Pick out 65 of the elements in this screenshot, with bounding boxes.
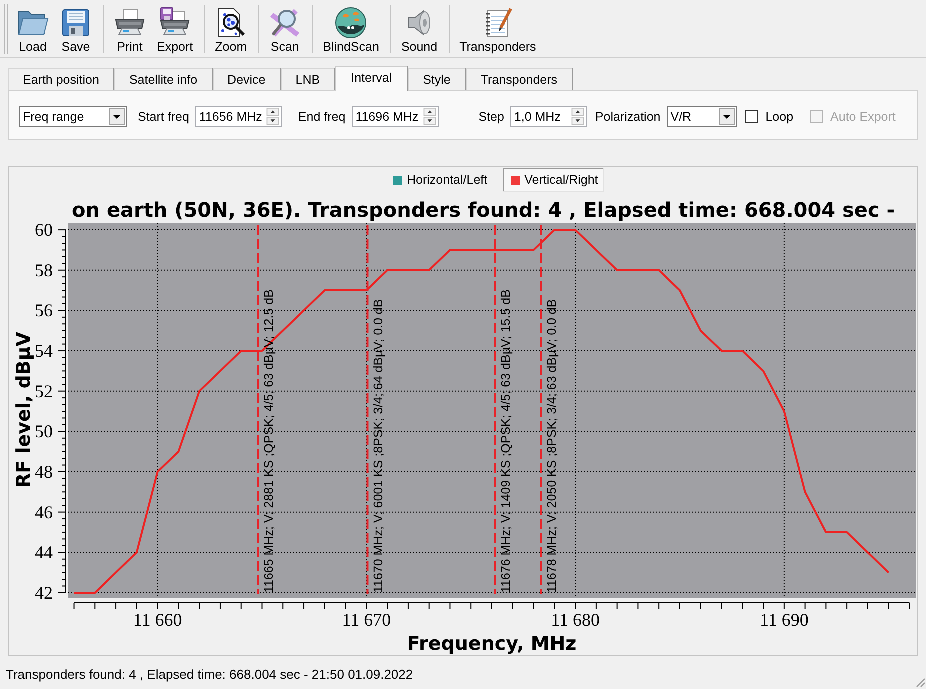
tab[interactable]: LNB — [280, 68, 336, 90]
legend-item[interactable]: Horizontal/Left — [385, 168, 494, 192]
toolbar-button[interactable]: Zoom — [210, 0, 252, 57]
y-tick-label: 50 — [35, 422, 53, 442]
chart-title: on earth (50N, 36E). Transponders found: 4 , Elapsed time: 668.004 sec - — [72, 198, 896, 222]
field-label: End freq — [298, 110, 346, 124]
tab[interactable]: Transponders — [466, 68, 573, 90]
spin-up-icon[interactable] — [422, 108, 437, 116]
dropdown[interactable]: V/R — [666, 106, 737, 127]
spin-up-icon[interactable] — [571, 108, 586, 116]
legend-item[interactable]: Vertical/Right — [502, 168, 604, 192]
tab[interactable]: Satellite info — [114, 68, 213, 90]
toolbar-button[interactable]: Print — [109, 0, 151, 57]
field-label: Polarization — [595, 110, 661, 124]
y-tick-label: 52 — [35, 381, 53, 402]
transponder-label: 11670 MHz; V; 6001 KS ;8PSK; 3/4; 64 dBµV; 0.0 dB — [372, 299, 386, 593]
x-tick-label: 11 690 — [760, 610, 809, 630]
toolbar-button[interactable]: Transponders — [454, 0, 542, 57]
legend-label: Horizontal/Left — [407, 173, 488, 187]
y-tick-label: 56 — [35, 300, 53, 321]
y-tick-label: 46 — [35, 502, 53, 522]
y-tick-label: 54 — [35, 341, 53, 362]
toolbar-button[interactable]: Export — [152, 0, 198, 57]
field-label: Step — [478, 110, 504, 124]
tab[interactable]: Interval — [335, 66, 408, 91]
toolbar-button[interactable]: Save — [55, 0, 97, 57]
x-tick-label: 11 680 — [551, 610, 600, 630]
checkbox-label[interactable]: Loop — [766, 110, 794, 124]
toolbar-button[interactable]: BlindScan — [318, 0, 384, 57]
y-tick-label: 48 — [35, 462, 53, 482]
spin-down-icon[interactable] — [266, 117, 280, 125]
y-tick-label: 58 — [35, 260, 53, 280]
transponder-label: 11678 MHz; V; 2050 KS ;8PSK; 3/4; 63 dBµV; 0.0 dB — [545, 299, 560, 593]
tab[interactable]: Style — [408, 68, 466, 90]
spin-down-icon[interactable] — [422, 117, 437, 125]
legend-label: Vertical/Right — [524, 173, 598, 187]
y-tick-label: 42 — [35, 582, 53, 603]
tab[interactable]: Device — [212, 68, 281, 90]
transponder-label: 11665 MHz; V; 2881 KS ;QPSK; 4/5; 63 dBµV; 12.5 dB — [262, 290, 276, 593]
caret-down-icon[interactable] — [109, 108, 125, 125]
toolbar-button[interactable]: Scan — [264, 0, 306, 57]
spin-down-icon[interactable] — [571, 117, 586, 125]
field-label: Start freq — [138, 110, 190, 124]
tab[interactable]: Earth position — [8, 68, 114, 90]
dropdown[interactable]: Freq range — [19, 106, 127, 127]
status-text: Transponders found: 4 , Elapsed time: 668.004 sec - 21:50 01.09.2022 — [6, 667, 414, 682]
y-tick-label: 60 — [35, 220, 53, 240]
x-axis-title: Frequency, MHz — [407, 633, 577, 655]
y-tick-label: 44 — [35, 542, 53, 563]
toolbar-grip-icon[interactable] — [3, 4, 9, 54]
transponder-label: 11676 MHz; V; 1409 KS ;QPSK; 4/5; 63 dBµV; 15.5 dB — [499, 290, 514, 593]
spinbox[interactable]: 11696 MHz — [352, 106, 439, 127]
spin-up-icon[interactable] — [266, 108, 280, 116]
checkbox[interactable] — [744, 110, 758, 123]
fish-globe-icon — [335, 7, 368, 39]
resize-grip-icon[interactable] — [915, 677, 926, 688]
magnifier-icon — [269, 7, 302, 39]
x-tick-label: 11 660 — [133, 610, 182, 630]
toolbar-button[interactable]: Sound — [396, 0, 443, 57]
spinbox[interactable]: 1,0 MHz — [510, 106, 588, 127]
caret-down-icon[interactable] — [718, 108, 735, 125]
spinbox[interactable]: 11656 MHz — [195, 106, 282, 127]
toolbar-button[interactable]: Load — [12, 0, 54, 57]
y-axis-title: RF level, dBµV — [13, 332, 35, 488]
x-tick-label: 11 670 — [342, 610, 392, 630]
